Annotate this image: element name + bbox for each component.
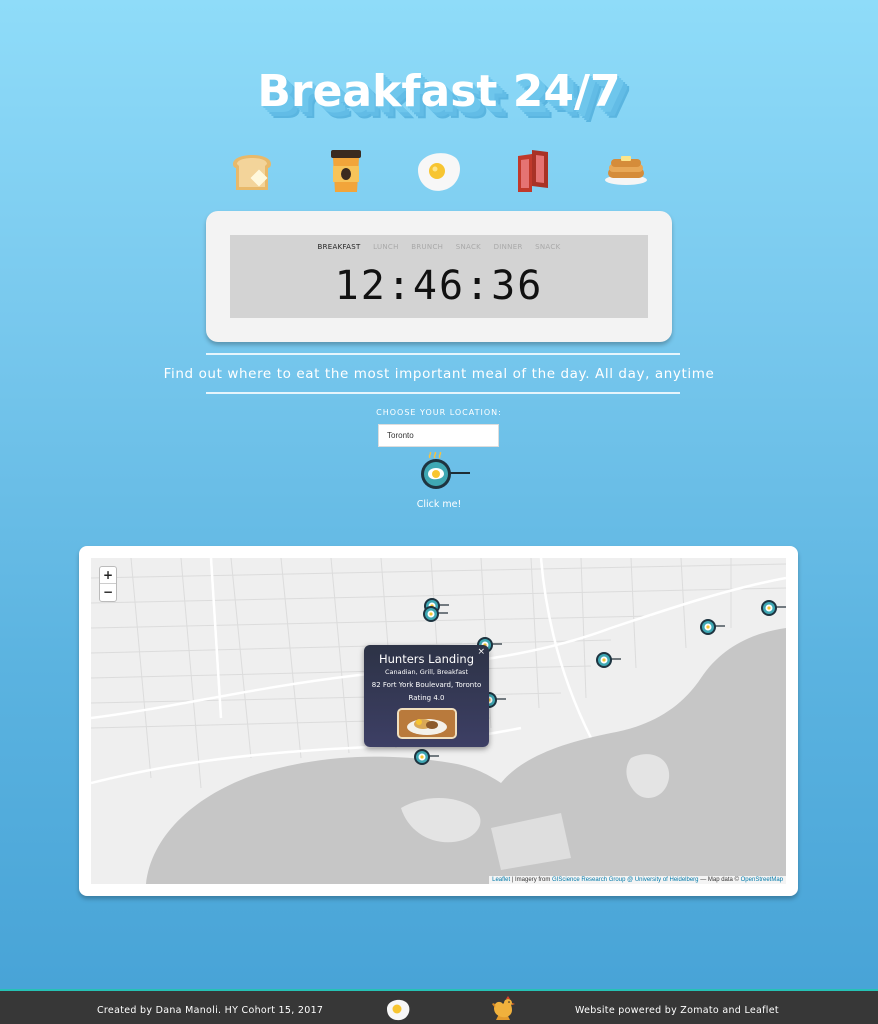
- popup-address: 82 Fort York Boulevard, Toronto: [371, 681, 482, 689]
- pancakes-icon: [601, 146, 651, 196]
- popup-rating: Rating 4.0: [408, 694, 445, 702]
- map[interactable]: + − × Hunters Landing Canadian, Grill, B…: [91, 558, 786, 884]
- map-card: + − × Hunters Landing Canadian, Grill, B…: [79, 546, 798, 896]
- attribution-imagery-text: | Imagery from: [510, 877, 553, 883]
- divider-bottom: [206, 392, 680, 394]
- meal-tab-dinner: DINNER: [493, 243, 523, 251]
- tagline: Find out where to eat the most important…: [163, 366, 715, 382]
- search-button-label[interactable]: Click me!: [0, 499, 878, 510]
- restaurant-marker[interactable]: [699, 616, 725, 638]
- restaurant-marker[interactable]: [413, 746, 439, 768]
- footer-powered-by: Website powered by Zomato and Leaflet: [575, 1005, 779, 1016]
- restaurant-marker[interactable]: [595, 649, 621, 671]
- meal-tabs: BREAKFAST LUNCH BRUNCH SNACK DINNER SNAC…: [230, 243, 648, 251]
- restaurant-marker[interactable]: [760, 597, 786, 619]
- fried-egg-icon: [385, 997, 411, 1021]
- restaurant-marker[interactable]: [422, 603, 448, 625]
- meal-tab-snack-late: SNACK: [535, 243, 561, 251]
- search-pan-button[interactable]: [418, 451, 472, 492]
- location-label: CHOOSE YOUR LOCATION:: [376, 408, 502, 417]
- meal-clock: BREAKFAST LUNCH BRUNCH SNACK DINNER SNAC…: [206, 211, 672, 342]
- openstreetmap-link[interactable]: OpenStreetMap: [741, 877, 783, 883]
- zoom-out-button[interactable]: −: [100, 584, 116, 601]
- food-icon-row: [0, 146, 878, 198]
- toast-icon: [227, 146, 277, 196]
- meal-tab-brunch: BRUNCH: [411, 243, 444, 251]
- meal-tab-breakfast: BREAKFAST: [317, 243, 361, 251]
- restaurant-popup: × Hunters Landing Canadian, Grill, Break…: [364, 645, 489, 747]
- zoom-in-button[interactable]: +: [100, 567, 116, 584]
- map-attribution: Leaflet | Imagery from GIScience Researc…: [489, 876, 786, 884]
- site-title: Breakfast 24/7: [257, 66, 621, 117]
- bacon-icon: [508, 146, 558, 196]
- coffee-cup-icon: [321, 146, 371, 196]
- footer-credits: Created by Dana Manoli. HY Cohort 15, 20…: [97, 1005, 324, 1016]
- location-input[interactable]: [378, 424, 499, 447]
- meal-tab-lunch: LUNCH: [373, 243, 399, 251]
- leaflet-link[interactable]: Leaflet: [492, 877, 510, 883]
- meal-tab-snack: SNACK: [455, 243, 482, 251]
- restaurant-photo: [397, 708, 457, 739]
- imagery-provider-link[interactable]: GIScience Research Group @ University of…: [552, 877, 699, 883]
- fried-egg-icon: [414, 146, 464, 196]
- popup-close-button[interactable]: ×: [477, 647, 485, 657]
- popup-restaurant-name: Hunters Landing: [378, 652, 474, 666]
- popup-cuisine: Canadian, Grill, Breakfast: [385, 668, 468, 676]
- zoom-control: + −: [99, 566, 117, 602]
- attribution-data-text: — Map data ©: [698, 877, 741, 883]
- footer: Created by Dana Manoli. HY Cohort 15, 20…: [0, 989, 878, 1024]
- clock-time: 12:46:36: [334, 263, 544, 309]
- clock-display: BREAKFAST LUNCH BRUNCH SNACK DINNER SNAC…: [230, 235, 648, 318]
- rooster-icon: [490, 996, 516, 1022]
- divider-top: [206, 353, 680, 355]
